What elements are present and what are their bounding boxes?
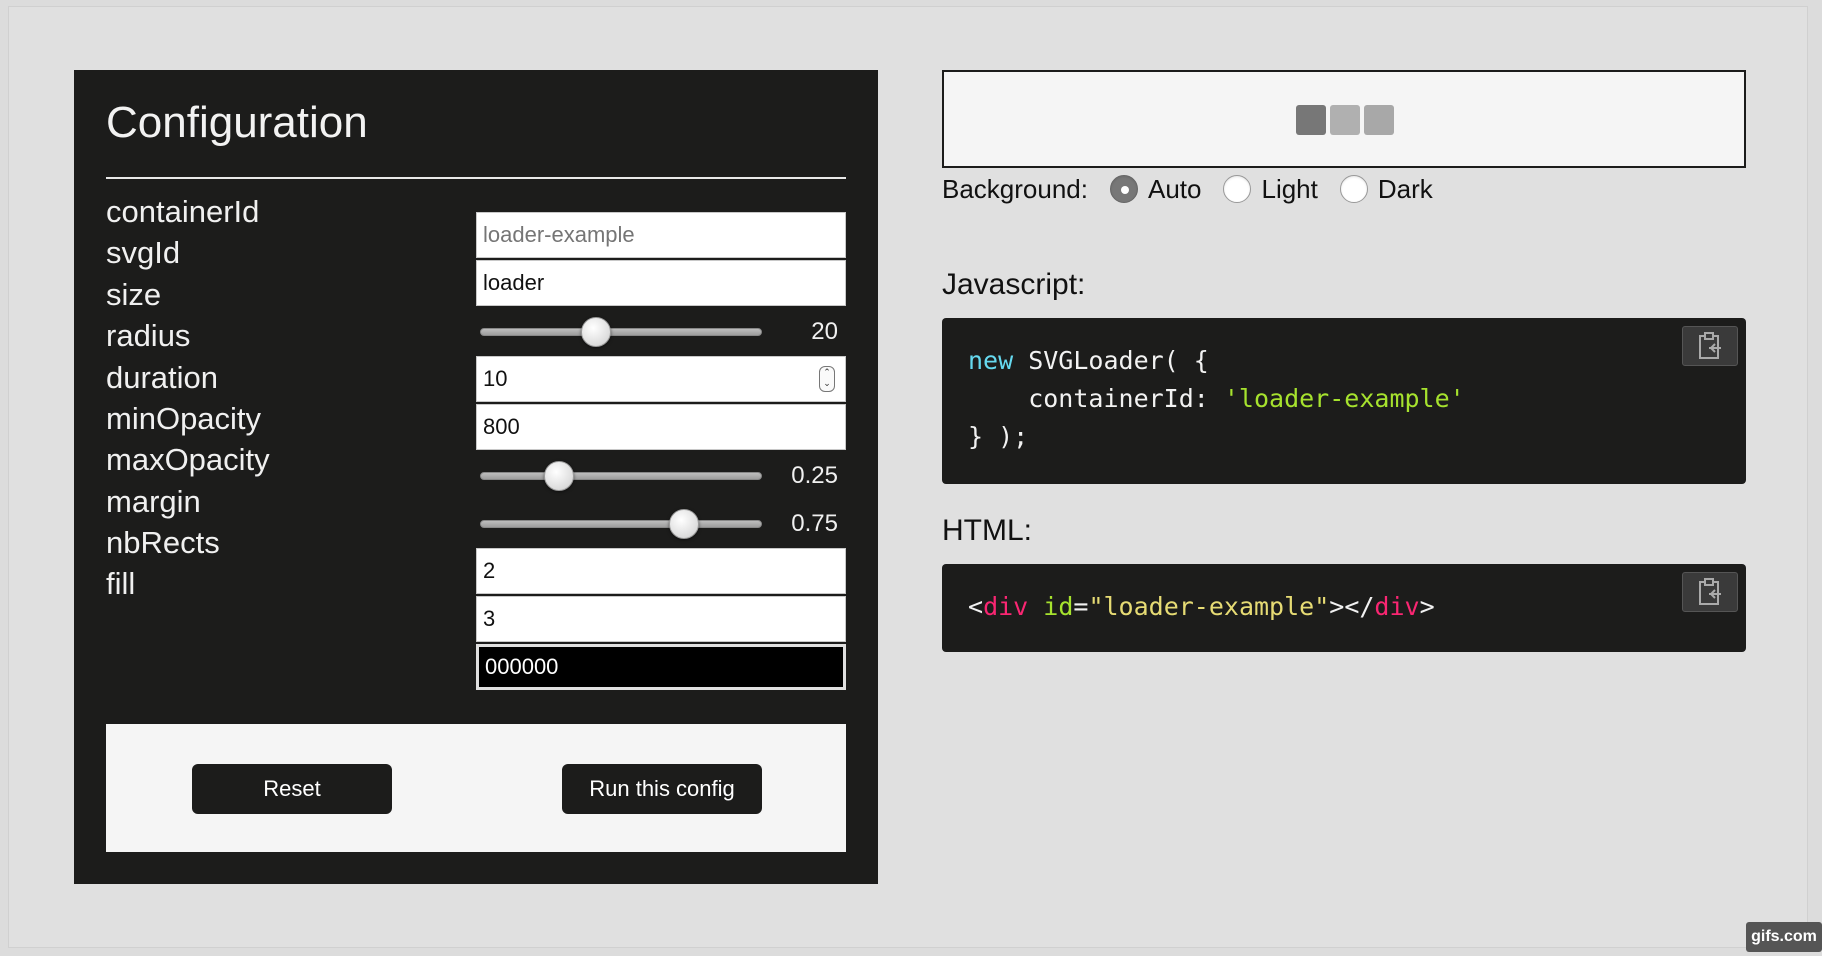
html-attr-name: id	[1028, 592, 1074, 621]
button-area: Reset Run this config	[106, 724, 846, 852]
label-svgId: svgId	[106, 235, 181, 270]
js-keyword-new: new	[968, 346, 1014, 375]
duration-input[interactable]	[476, 404, 846, 450]
copy-javascript-button[interactable]	[1682, 326, 1738, 366]
radio-dark-label[interactable]: Dark	[1378, 174, 1433, 205]
js-constructor: SVGLoader( {	[1013, 346, 1209, 375]
radio-auto[interactable]	[1109, 175, 1138, 203]
html-code-block: <div id="loader-example"></div>	[942, 564, 1746, 652]
config-title: Configuration	[106, 98, 368, 147]
radius-stepper[interactable]: ⌃ ⌄	[819, 366, 835, 392]
size-slider[interactable]	[480, 317, 762, 347]
loader-rect-1	[1296, 105, 1326, 135]
configuration-panel: Configuration containerId svgId size rad…	[74, 70, 878, 884]
containerId-input[interactable]	[476, 212, 846, 258]
html-heading: HTML:	[942, 514, 1032, 547]
clipboard-icon	[1699, 332, 1721, 359]
loader-rect-3	[1364, 105, 1394, 135]
html-gt-lt: ></	[1329, 592, 1375, 621]
fill-color-input[interactable]	[476, 644, 846, 690]
background-selector: Background: Auto Light Dark	[942, 172, 1433, 206]
js-close: } );	[968, 422, 1029, 451]
clipboard-icon	[1699, 578, 1721, 605]
background-label: Background:	[942, 173, 1088, 204]
html-gt: >	[1419, 592, 1435, 621]
minOpacity-slider-thumb[interactable]	[543, 461, 574, 491]
title-divider	[106, 177, 846, 179]
label-margin: margin	[106, 484, 201, 519]
reset-button[interactable]: Reset	[192, 764, 392, 814]
javascript-heading: Javascript:	[942, 268, 1086, 301]
html-tag-open: div	[983, 592, 1029, 621]
margin-input[interactable]	[476, 548, 846, 594]
label-fill: fill	[106, 566, 136, 601]
radio-dark[interactable]	[1339, 175, 1368, 203]
nbRects-input[interactable]	[476, 596, 846, 642]
size-slider-thumb[interactable]	[581, 317, 611, 347]
minOpacity-value: 0.25	[791, 462, 838, 489]
javascript-code-block: new SVGLoader( { containerId: 'loader-ex…	[942, 318, 1746, 484]
label-radius: radius	[106, 318, 191, 353]
maxOpacity-value: 0.75	[791, 510, 838, 537]
maxOpacity-slider-thumb[interactable]	[668, 509, 699, 539]
radio-auto-label[interactable]: Auto	[1148, 174, 1202, 205]
html-eq: =	[1073, 592, 1089, 621]
watermark-badge: gifs.com	[1746, 922, 1822, 952]
label-minOpacity: minOpacity	[106, 401, 262, 436]
radius-input[interactable]	[476, 356, 846, 402]
loader-preview	[942, 70, 1746, 168]
label-containerId: containerId	[106, 194, 260, 229]
html-lt: <	[968, 592, 984, 621]
html-attr-value: "loader-example"	[1088, 592, 1330, 621]
radio-light[interactable]	[1223, 175, 1252, 203]
label-nbRects: nbRects	[106, 525, 220, 560]
label-duration: duration	[106, 360, 219, 395]
loader-rect-2	[1330, 105, 1360, 135]
label-maxOpacity: maxOpacity	[106, 442, 270, 477]
copy-html-button[interactable]	[1682, 572, 1738, 612]
js-string: 'loader-example'	[1223, 384, 1465, 413]
size-value: 20	[811, 318, 838, 345]
js-key: containerId:	[968, 384, 1224, 413]
maxOpacity-slider[interactable]	[480, 509, 762, 539]
html-tag-close: div	[1374, 592, 1420, 621]
label-size: size	[106, 277, 162, 312]
run-config-button[interactable]: Run this config	[562, 764, 762, 814]
svgId-input[interactable]	[476, 260, 846, 306]
minOpacity-slider[interactable]	[480, 461, 762, 491]
radio-light-label[interactable]: Light	[1261, 174, 1317, 205]
